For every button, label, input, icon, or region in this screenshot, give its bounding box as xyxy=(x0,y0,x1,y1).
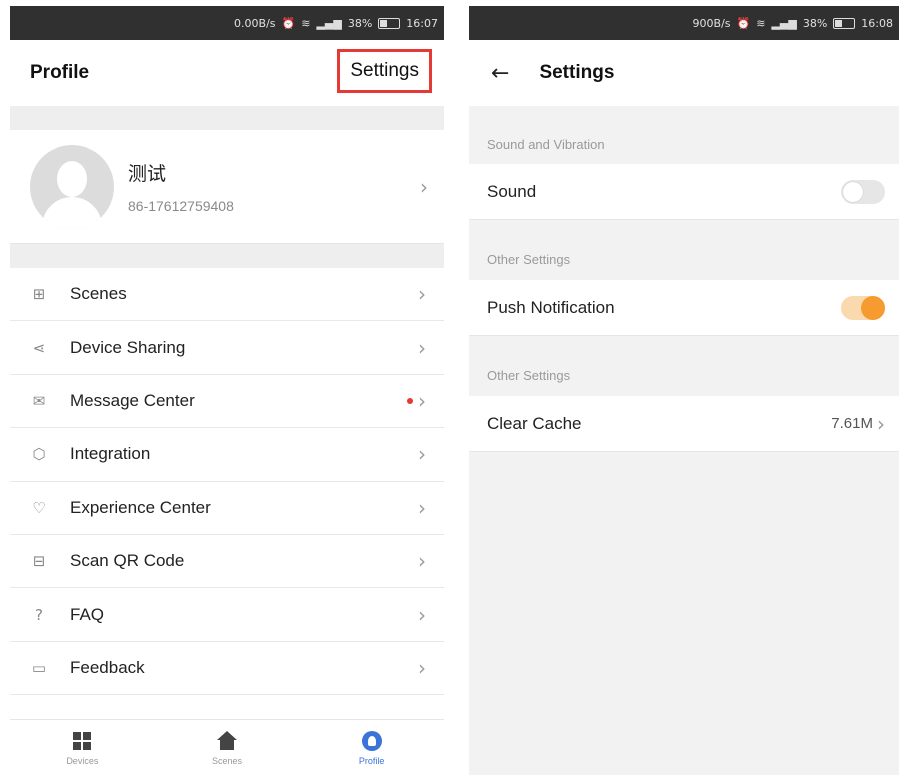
status-bar: 900B/s ⏰ ≋ ▂▄▆ 38% 16:08 xyxy=(469,6,899,40)
menu-item-label: Feedback xyxy=(70,657,145,677)
menu-item-faq[interactable]: ? FAQ › xyxy=(10,588,444,642)
setting-label: Clear Cache xyxy=(487,413,582,433)
user-name: 测试 xyxy=(128,163,167,185)
menu-item-label: Scenes xyxy=(70,284,127,304)
setting-label: Sound xyxy=(487,181,537,201)
network-speed: 0.00B/s xyxy=(234,16,276,30)
chevron-right-icon: › xyxy=(420,174,428,199)
menu-item-label: FAQ xyxy=(70,604,105,624)
scan-icon: ⊟ xyxy=(32,552,46,571)
page-title: Profile xyxy=(30,62,90,83)
settings-screen: 900B/s ⏰ ≋ ▂▄▆ 38% 16:08 ← Settings Soun… xyxy=(469,6,899,775)
menu-item-label: Device Sharing xyxy=(70,337,186,357)
chevron-right-icon: › xyxy=(418,282,426,307)
chevron-right-icon: › xyxy=(418,388,426,413)
profile-screen: 0.00B/s ⏰ ≋ ▂▄▆ 38% 16:07 Profile Settin… xyxy=(10,6,444,775)
group-label-sound: Sound and Vibration xyxy=(487,137,605,152)
network-speed: 900B/s xyxy=(692,16,731,30)
settings-header: ← Settings xyxy=(469,40,899,106)
alarm-icon: ⏰ xyxy=(281,16,296,30)
group-label-other: Other Settings xyxy=(487,252,571,267)
bottom-tab-bar: Devices Scenes Profile xyxy=(10,719,444,775)
clock: 16:07 xyxy=(406,16,438,30)
menu-item-integration[interactable]: ⬡ Integration › xyxy=(10,428,444,482)
sound-toggle[interactable] xyxy=(841,179,885,204)
cube-icon: ⬡ xyxy=(32,445,46,464)
avatar[interactable] xyxy=(30,144,114,229)
scenes-icon: ⊞ xyxy=(32,285,46,304)
page-title: Settings xyxy=(539,62,615,83)
tab-label: Profile xyxy=(358,755,385,766)
chevron-right-icon: › xyxy=(418,655,426,680)
menu-item-message-center[interactable]: ✉ Message Center › xyxy=(10,375,444,429)
chevron-right-icon: › xyxy=(418,442,426,467)
setting-label: Push Notification xyxy=(487,297,615,317)
profile-icon xyxy=(361,730,382,751)
tab-profile[interactable]: Profile xyxy=(332,730,412,766)
menu-item-label: Integration xyxy=(70,444,151,464)
menu-item-experience-center[interactable]: ♡ Experience Center › xyxy=(10,482,444,535)
devices-icon xyxy=(73,731,92,750)
chevron-right-icon: › xyxy=(418,602,426,627)
tab-scenes[interactable]: Scenes xyxy=(187,730,267,766)
tab-label: Scenes xyxy=(211,755,242,766)
chevron-right-icon: › xyxy=(418,335,426,360)
tab-devices[interactable]: Devices xyxy=(42,730,122,766)
battery-icon xyxy=(378,17,401,29)
home-icon xyxy=(216,730,237,752)
push-notification-toggle[interactable] xyxy=(841,295,885,320)
menu-item-scan-qr-code[interactable]: ⊟ Scan QR Code › xyxy=(10,535,444,589)
back-arrow-icon[interactable]: ← xyxy=(491,61,509,86)
user-phone: 86-17612759408 xyxy=(128,198,234,214)
clock: 16:08 xyxy=(861,16,893,30)
section-divider xyxy=(10,106,444,130)
chevron-right-icon: › xyxy=(418,495,426,520)
chevron-right-icon: › xyxy=(418,549,426,574)
envelope-icon: ✉ xyxy=(32,391,46,410)
profile-header: Profile Settings xyxy=(10,40,444,106)
setting-row-clear-cache[interactable]: Clear Cache 7.61M › xyxy=(469,396,899,452)
menu-item-device-sharing[interactable]: ⋖ Device Sharing › xyxy=(10,321,444,375)
wifi-icon: ≋ xyxy=(756,16,766,30)
signal-icon: ▂▄▆ xyxy=(771,16,797,30)
wifi-icon: ≋ xyxy=(301,16,311,30)
menu-item-label: Message Center xyxy=(70,390,195,410)
battery-percent: 38% xyxy=(347,16,373,30)
cache-size: 7.61M xyxy=(831,415,873,432)
group-label-other: Other Settings xyxy=(487,368,571,383)
unread-badge xyxy=(407,397,413,404)
menu-item-scenes[interactable]: ⊞ Scenes › xyxy=(10,268,444,322)
tab-label: Devices xyxy=(66,755,99,766)
alarm-icon: ⏰ xyxy=(736,16,751,30)
menu-item-label: Experience Center xyxy=(70,497,211,517)
battery-icon xyxy=(833,17,856,29)
settings-button[interactable]: Settings xyxy=(337,49,432,93)
feedback-icon: ▭ xyxy=(31,658,47,677)
menu-item-label: Scan QR Code xyxy=(70,551,185,571)
profile-menu: ⊞ Scenes › ⋖ Device Sharing › ✉ Message … xyxy=(10,268,444,696)
setting-row-sound[interactable]: Sound xyxy=(469,164,899,220)
status-bar: 0.00B/s ⏰ ≋ ▂▄▆ 38% 16:07 xyxy=(10,6,444,40)
menu-item-feedback[interactable]: ▭ Feedback › xyxy=(10,642,444,696)
user-profile-card[interactable]: 测试 86-17612759408 › xyxy=(10,130,444,244)
question-icon: ? xyxy=(35,605,43,624)
signal-icon: ▂▄▆ xyxy=(316,16,342,30)
setting-row-push-notification[interactable]: Push Notification xyxy=(469,280,899,336)
heart-icon: ♡ xyxy=(32,498,46,517)
share-icon: ⋖ xyxy=(32,338,46,357)
battery-percent: 38% xyxy=(802,16,828,30)
chevron-right-icon: › xyxy=(877,411,885,436)
section-divider xyxy=(10,244,444,268)
